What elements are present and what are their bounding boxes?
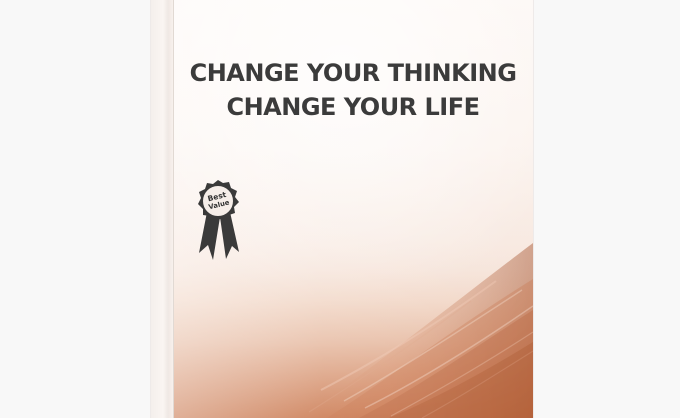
book-title: CHANGE YOUR THINKING CHANGE YOUR LIFE (173, 56, 533, 124)
best-value-ribbon-badge: Best Value (198, 180, 239, 260)
title-line-1: CHANGE YOUR THINKING (189, 59, 517, 87)
book-spine (151, 0, 174, 418)
title-line-2: CHANGE YOUR LIFE (226, 93, 480, 121)
book-cover: CHANGE YOUR THINKING CHANGE YOUR LIFE Be… (151, 0, 533, 418)
